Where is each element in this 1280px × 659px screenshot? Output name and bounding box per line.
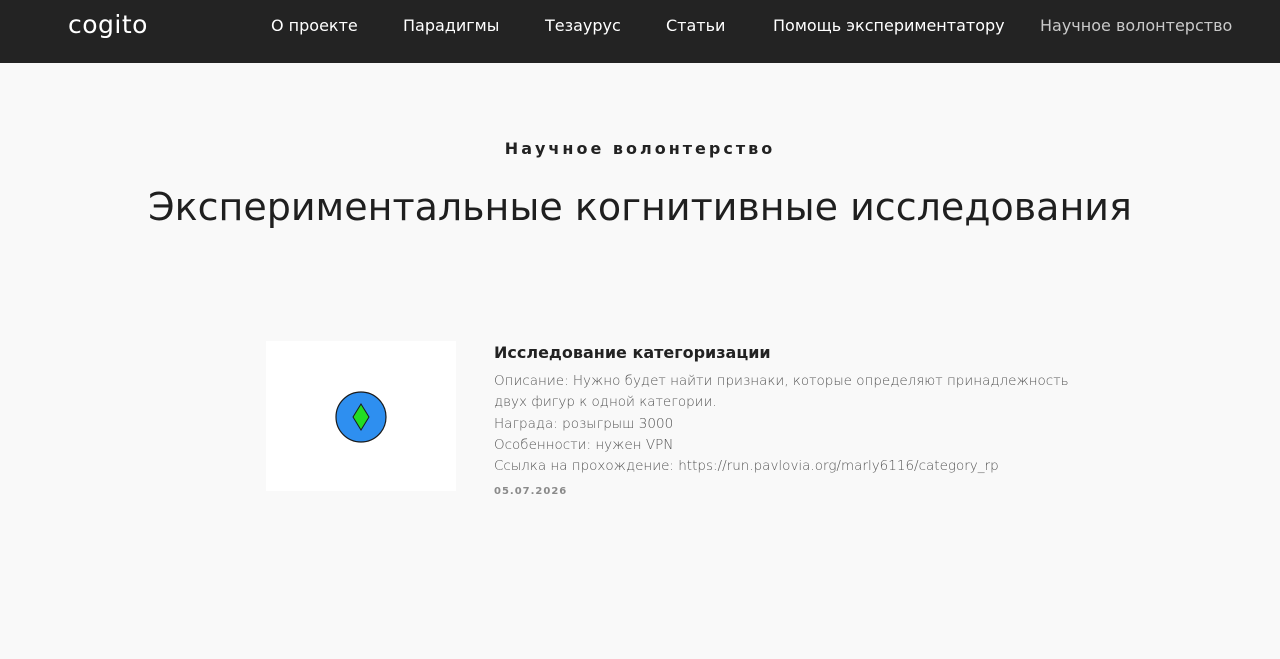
study-reward: Награда: розыгрыш 3000: [494, 415, 674, 432]
study-date: 05.07.2026: [494, 486, 568, 498]
nav-item-science-volunteering[interactable]: Научное волонтерство: [1040, 0, 1232, 52]
nav-item-articles[interactable]: Статьи: [666, 0, 725, 52]
category-shape-image: [335, 391, 387, 443]
nav-item-paradigms[interactable]: Парадигмы: [403, 0, 499, 52]
study-thumbnail[interactable]: [266, 341, 456, 491]
study-features: Особенности: нужен VPN: [494, 436, 674, 453]
study-description-line-2: двух фигур к одной категории.: [494, 394, 717, 411]
nav-item-experimenter-help[interactable]: Помощь экспериментатору: [773, 0, 1005, 52]
study-card-body: Исследование категоризации Описание: Нуж…: [494, 341, 1069, 498]
main-nav: О проекте Парадигмы Тезаурус Статьи Помо…: [0, 0, 1280, 52]
section-eyebrow: Научное волонтерство: [504, 139, 776, 158]
study-description-line-1: Описание: Нужно будет найти признаки, ко…: [494, 373, 1069, 389]
study-card: Исследование категоризации Описание: Нуж…: [266, 341, 1069, 521]
page-title: Экспериментальные когнитивные исследован…: [148, 185, 1132, 229]
study-title[interactable]: Исследование категоризации: [494, 341, 1034, 365]
nav-item-about[interactable]: О проекте: [271, 0, 358, 52]
study-description: Описание: Нужно будет найти признаки, ко…: [494, 371, 1069, 477]
nav-item-thesaurus[interactable]: Тезаурус: [545, 0, 621, 52]
study-link[interactable]: Ссылка на прохождение: https://run.pavlo…: [494, 456, 1034, 477]
top-navigation-bar: cogito О проекте Парадигмы Тезаурус Стат…: [0, 0, 1280, 63]
